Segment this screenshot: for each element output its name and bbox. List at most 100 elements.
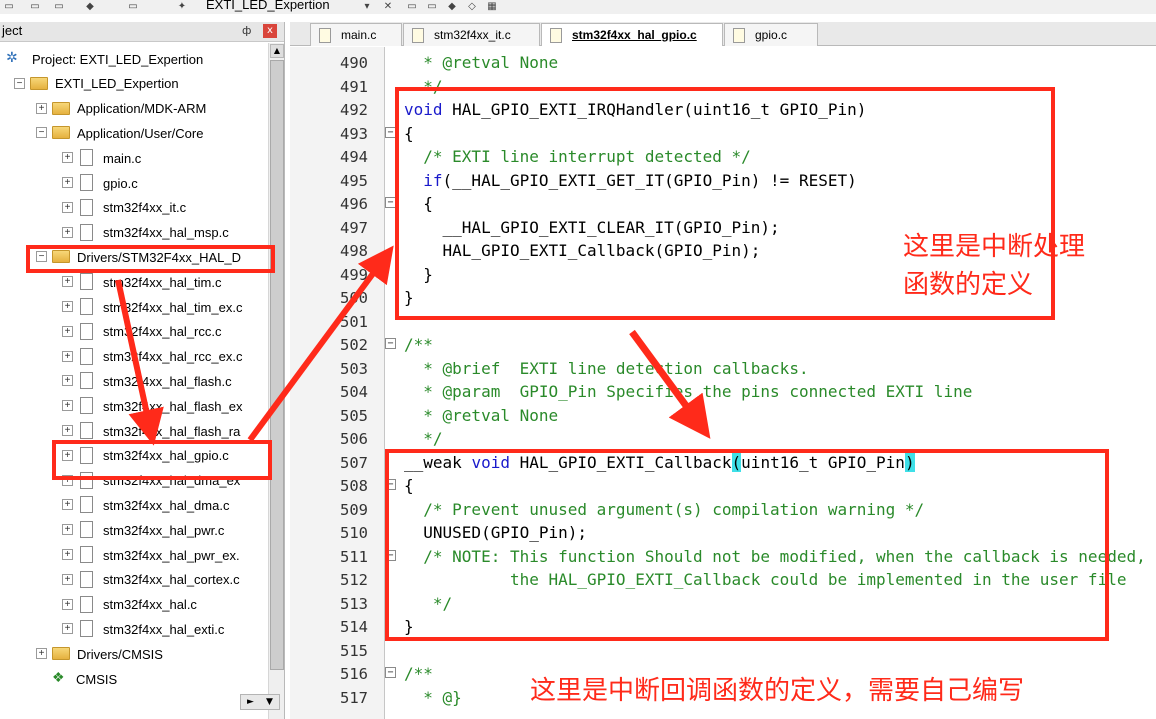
- file-icon: [80, 422, 93, 439]
- tree-item[interactable]: − Application/User/Core: [0, 121, 268, 145]
- tree-item[interactable]: + stm32f4xx_hal_cortex.c: [0, 568, 268, 592]
- pin-icon[interactable]: ф: [242, 24, 251, 37]
- expand-icon[interactable]: +: [62, 350, 73, 362]
- tree-item-label: stm32f4xx_hal.c: [103, 597, 197, 613]
- expand-icon[interactable]: +: [62, 177, 73, 188]
- tree-item[interactable]: + main.c: [0, 146, 268, 170]
- expand-icon[interactable]: +: [62, 301, 73, 312]
- code-line[interactable]: 515: [290, 639, 1156, 663]
- new-file-icon[interactable]: ▭: [2, 0, 16, 12]
- line-number: 506: [340, 430, 368, 448]
- scroll-down-icon[interactable]: ▼: [266, 697, 273, 707]
- tab-main-c[interactable]: main.c: [310, 23, 402, 46]
- tab-stm32f4xx-it-c[interactable]: stm32f4xx_it.c: [403, 23, 540, 46]
- manage-icon[interactable]: ▭: [405, 0, 419, 12]
- code-line[interactable]: 506 */: [290, 427, 1156, 451]
- line-number: 503: [340, 359, 368, 378]
- tree-item[interactable]: + Drivers/CMSIS: [0, 642, 268, 666]
- collapse-icon[interactable]: −: [36, 127, 47, 139]
- line-number: 507: [340, 453, 368, 472]
- expand-icon[interactable]: +: [62, 375, 73, 387]
- expand-icon[interactable]: +: [62, 400, 73, 412]
- file-icon: [80, 372, 93, 390]
- grid-icon[interactable]: ▦: [485, 0, 499, 12]
- target-options-icon[interactable]: ✕: [380, 0, 396, 12]
- tree-item-label: stm32f4xx_hal_pwr.c: [103, 522, 225, 538]
- expand-icon[interactable]: +: [62, 623, 73, 635]
- translate-icon[interactable]: ▭: [126, 0, 140, 12]
- expand-icon[interactable]: +: [62, 499, 73, 511]
- expand-icon[interactable]: +: [62, 524, 73, 536]
- line-number: 514: [340, 618, 368, 636]
- code-text: * @brief EXTI line detection callbacks.: [404, 357, 808, 381]
- fold-collapse-icon[interactable]: −: [385, 338, 396, 349]
- expand-icon[interactable]: +: [62, 425, 73, 436]
- tree-item[interactable]: + Application/MDK-ARM: [0, 97, 268, 121]
- tree-item[interactable]: − EXTI_LED_Expertion: [0, 72, 268, 96]
- tree-item[interactable]: + stm32f4xx_hal_flash_ex: [0, 394, 268, 418]
- expand-icon[interactable]: +: [36, 102, 47, 114]
- vertical-scrollbar[interactable]: ▲: [268, 43, 284, 719]
- expand-icon[interactable]: +: [62, 325, 73, 337]
- horizontal-scroll-buttons[interactable]: ► ▼: [240, 694, 280, 710]
- expand-icon[interactable]: +: [36, 648, 47, 660]
- expand-icon[interactable]: +: [62, 201, 73, 213]
- tree-item-label: stm32f4xx_hal_cortex.c: [103, 572, 240, 588]
- build-icon[interactable]: ◆: [82, 0, 98, 12]
- dropdown-arrow-icon[interactable]: ▾: [360, 0, 374, 12]
- tab-stm32f4xx-hal-gpio-c[interactable]: stm32f4xx_hal_gpio.c: [541, 23, 723, 46]
- tree-item[interactable]: ❖ CMSIS: [0, 667, 268, 691]
- tree-item[interactable]: ✲ Project: EXTI_LED_Expertion: [0, 47, 268, 71]
- tree-item[interactable]: + gpio.c: [0, 171, 268, 195]
- save-icon[interactable]: ▭: [28, 0, 42, 12]
- expand-icon[interactable]: +: [62, 573, 73, 585]
- select-packs-icon[interactable]: ▭: [425, 0, 439, 12]
- code-line[interactable]: 503 * @brief EXTI line detection callbac…: [290, 357, 1156, 381]
- tree-item[interactable]: + stm32f4xx_hal.c: [0, 593, 268, 617]
- tree-item[interactable]: + stm32f4xx_hal_exti.c: [0, 617, 268, 641]
- line-number: 512: [340, 571, 368, 589]
- tree-item[interactable]: + stm32f4xx_hal_flash.c: [0, 369, 268, 393]
- diamond-icon[interactable]: ◆: [445, 0, 459, 12]
- file-icon: [80, 149, 93, 167]
- collapse-icon[interactable]: −: [14, 77, 25, 89]
- tree-item[interactable]: + stm32f4xx_hal_dma.c: [0, 493, 268, 517]
- drivers-folder-highlight-box: [26, 245, 275, 273]
- rte-icon[interactable]: ◇: [465, 0, 479, 12]
- scroll-up-icon[interactable]: ▲: [270, 44, 284, 58]
- code-line[interactable]: 490 * @retval None: [290, 51, 1156, 75]
- close-icon[interactable]: x: [263, 24, 277, 38]
- tree-item[interactable]: + stm32f4xx_hal_msp.c: [0, 221, 268, 245]
- code-text: * @param GPIO_Pin Specifies the pins con…: [404, 380, 972, 404]
- project-panel: ject ф x ✲ Project: EXTI_LED_Expertion − EX…: [0, 22, 285, 719]
- tree-item[interactable]: + stm32f4xx_hal_pwr.c: [0, 518, 268, 542]
- code-line[interactable]: 505 * @retval None: [290, 404, 1156, 428]
- tree-item[interactable]: + stm32f4xx_hal_tim.c: [0, 270, 268, 294]
- tree-item[interactable]: + stm32f4xx_hal_rcc_ex.c: [0, 345, 268, 369]
- target-select[interactable]: EXTI_LED_Expertion: [206, 0, 330, 12]
- file-icon: [733, 27, 745, 43]
- save-all-icon[interactable]: ▭: [52, 0, 66, 12]
- tree-item-label: stm32f4xx_hal_rcc.c: [103, 324, 222, 340]
- tree-item[interactable]: + stm32f4xx_it.c: [0, 196, 268, 220]
- expand-icon[interactable]: +: [62, 549, 73, 560]
- fold-collapse-icon[interactable]: −: [385, 667, 396, 678]
- expand-icon[interactable]: +: [62, 226, 73, 238]
- tab-gpio-c[interactable]: gpio.c: [724, 23, 818, 46]
- tree-item[interactable]: + stm32f4xx_hal_pwr_ex.: [0, 543, 268, 567]
- options-icon[interactable]: ✦: [175, 0, 189, 12]
- scroll-thumb[interactable]: [270, 60, 284, 670]
- code-line[interactable]: 502 −/**: [290, 333, 1156, 357]
- code-text: * @}: [404, 686, 462, 710]
- tree-item-label: Application/User/Core: [77, 125, 204, 141]
- tree-item[interactable]: + stm32f4xx_hal_rcc.c: [0, 320, 268, 344]
- expand-icon[interactable]: +: [62, 276, 73, 288]
- expand-icon[interactable]: +: [62, 152, 73, 164]
- line-number: 515: [340, 641, 368, 660]
- tree-item-label: stm32f4xx_hal_flash.c: [103, 373, 232, 389]
- tree-item[interactable]: + stm32f4xx_hal_tim_ex.c: [0, 295, 268, 319]
- expand-icon[interactable]: +: [62, 598, 73, 610]
- code-line[interactable]: 504 * @param GPIO_Pin Specifies the pins…: [290, 380, 1156, 404]
- scroll-right-icon[interactable]: ►: [247, 697, 254, 707]
- file-icon: [80, 620, 93, 638]
